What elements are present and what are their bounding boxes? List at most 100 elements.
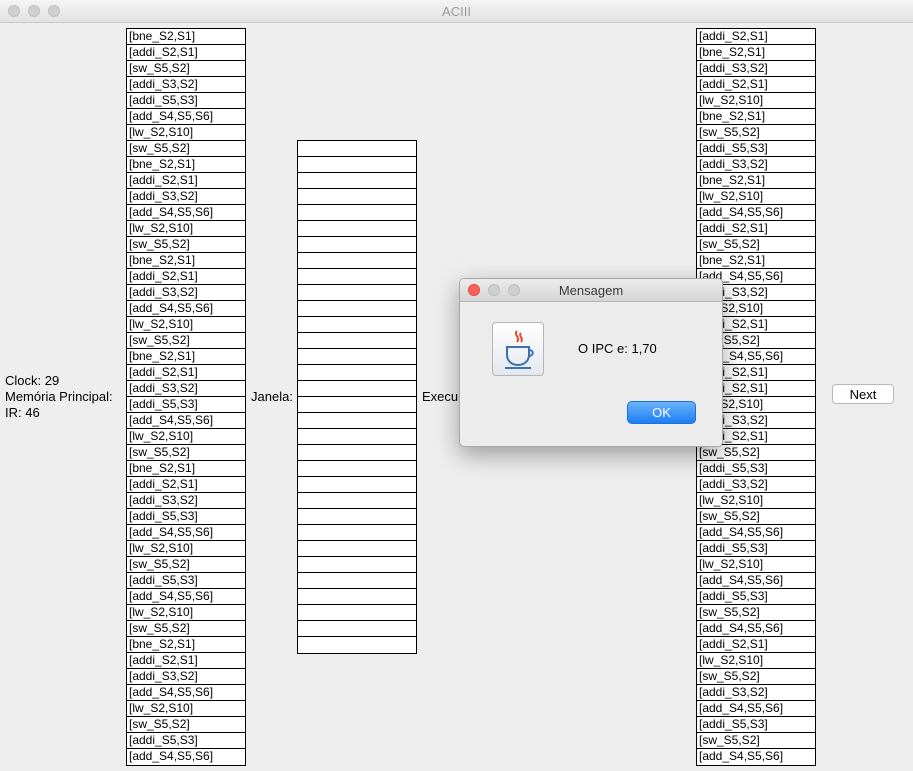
execucao-cell: [addi_S5,S3] xyxy=(697,541,815,557)
janela-cell xyxy=(298,509,416,525)
janela-cell xyxy=(298,349,416,365)
memoria-cell: [bne_S2,S1] xyxy=(127,157,245,173)
execucao-cell: [addi_S3,S2] xyxy=(697,61,815,77)
execucao-cell: [bne_S2,S1] xyxy=(697,253,815,269)
janela-cell xyxy=(298,237,416,253)
execucao-cell: [add_S4,S5,S6] xyxy=(697,701,815,717)
ir-label: IR: 46 xyxy=(5,405,40,420)
janela-cell xyxy=(298,301,416,317)
execucao-cell: [addi_S2,S1] xyxy=(697,221,815,237)
execucao-cell: [add_S4,S5,S6] xyxy=(697,621,815,637)
memoria-cell: [sw_S5,S2] xyxy=(127,557,245,573)
memoria-cell: [sw_S5,S2] xyxy=(127,61,245,77)
memoria-cell: [bne_S2,S1] xyxy=(127,349,245,365)
janela-cell xyxy=(298,621,416,637)
execucao-cell: [add_S4,S5,S6] xyxy=(699,749,784,763)
memoria-cell: [addi_S2,S1] xyxy=(127,173,245,189)
execucao-cell: [lw_S2,S10] xyxy=(697,653,815,669)
memoria-cell: [add_S4,S5,S6] xyxy=(129,749,214,763)
execucao-cell: [lw_S2,S10] xyxy=(697,189,815,205)
memoria-cell: [lw_S2,S10] xyxy=(127,541,245,557)
execucao-cell: [lw_S2,S10] xyxy=(697,557,815,573)
memoria-cell: [addi_S3,S2] xyxy=(127,189,245,205)
memoria-cell: [sw_S5,S2] xyxy=(127,621,245,637)
janela-cell xyxy=(298,605,416,621)
memoria-cell: [sw_S5,S2] xyxy=(127,237,245,253)
memoria-cell: [bne_S2,S1] xyxy=(127,461,245,477)
janela-cell xyxy=(298,493,416,509)
janela-cell xyxy=(298,557,416,573)
memoria-cell: [sw_S5,S2] xyxy=(127,333,245,349)
memoria-cell: [addi_S5,S3] xyxy=(127,733,245,749)
memoria-cell: [add_S4,S5,S6] xyxy=(127,525,245,541)
memoria-cell: [sw_S5,S2] xyxy=(127,445,245,461)
ok-button[interactable]: OK xyxy=(627,401,696,424)
memoria-cell: [bne_S2,S1] xyxy=(127,253,245,269)
window-title: ACIII xyxy=(442,4,471,19)
execucao-cell: [addi_S2,S1] xyxy=(697,637,815,653)
memoria-cell: [addi_S3,S2] xyxy=(127,381,245,397)
execucao-cell: [sw_S5,S2] xyxy=(697,125,815,141)
execucao-cell: [addi_S5,S3] xyxy=(697,589,815,605)
execucao-cell: [sw_S5,S2] xyxy=(697,733,815,749)
memoria-cell: [add_S4,S5,S6] xyxy=(127,109,245,125)
execucao-cell: [addi_S5,S3] xyxy=(697,141,815,157)
janela-cell xyxy=(298,525,416,541)
execucao-cell: [addi_S2,S1] xyxy=(697,77,815,93)
execucao-cell: [addi_S5,S3] xyxy=(697,717,815,733)
execucao-cell: [lw_S2,S10] xyxy=(697,493,815,509)
janela-cell xyxy=(298,397,416,413)
memoria-cell: [add_S4,S5,S6] xyxy=(127,205,245,221)
dialog-title: Mensagem xyxy=(558,283,624,298)
janela-cell xyxy=(298,381,416,397)
execucao-cell: [sw_S5,S2] xyxy=(697,509,815,525)
janela-label: Janela: xyxy=(251,389,293,404)
execucao-cell: [addi_S3,S2] xyxy=(697,477,815,493)
janela-cell xyxy=(298,477,416,493)
memoria-cell: [addi_S2,S1] xyxy=(127,269,245,285)
execucao-cell: [add_S4,S5,S6] xyxy=(697,573,815,589)
janela-list xyxy=(297,140,417,654)
janela-cell xyxy=(298,637,416,653)
memoria-cell: [addi_S5,S3] xyxy=(127,397,245,413)
janela-cell xyxy=(298,189,416,205)
memoria-cell: [addi_S2,S1] xyxy=(127,653,245,669)
memoria-cell: [lw_S2,S10] xyxy=(127,429,245,445)
execucao-cell: [lw_S2,S10] xyxy=(697,93,815,109)
memoria-cell: [lw_S2,S10] xyxy=(127,125,245,141)
execucao-cell: [addi_S5,S3] xyxy=(697,461,815,477)
clock-label: Clock: 29 xyxy=(5,373,60,388)
janela-cell xyxy=(298,253,416,269)
dialog-titlebar: Mensagem xyxy=(460,279,722,302)
memoria-cell: [lw_S2,S10] xyxy=(127,317,245,333)
janela-cell xyxy=(298,573,416,589)
janela-cell xyxy=(298,205,416,221)
memoria-cell: [add_S4,S5,S6] xyxy=(127,589,245,605)
message-dialog: Mensagem O IPC e: 1,70 OK xyxy=(459,278,723,447)
memoria-cell: [addi_S3,S2] xyxy=(127,669,245,685)
execucao-cell: [bne_S2,S1] xyxy=(697,109,815,125)
memoria-cell: [bne_S2,S1] xyxy=(127,29,245,45)
execucao-cell: [add_S4,S5,S6] xyxy=(697,205,815,221)
execucao-cell: [add_S4,S5,S6] xyxy=(697,525,815,541)
execucao-cell: [addi_S2,S1] xyxy=(697,29,815,45)
execucao-cell: [sw_S5,S2] xyxy=(697,445,815,461)
janela-cell xyxy=(298,541,416,557)
java-cup-icon xyxy=(492,322,544,376)
janela-cell xyxy=(298,141,416,157)
janela-cell xyxy=(298,589,416,605)
memoria-cell: [addi_S2,S1] xyxy=(127,365,245,381)
execucao-cell: [bne_S2,S1] xyxy=(697,173,815,189)
memoria-cell: [addi_S2,S1] xyxy=(127,45,245,61)
memoria-cell: [add_S4,S5,S6] xyxy=(127,413,245,429)
memoria-cell: [sw_S5,S2] xyxy=(127,141,245,157)
next-button[interactable]: Next xyxy=(832,384,894,404)
janela-cell xyxy=(298,269,416,285)
memoria-cell: [addi_S5,S3] xyxy=(127,509,245,525)
memoria-principal-label: Memória Principal: xyxy=(5,389,113,404)
memoria-cell: [lw_S2,S10] xyxy=(127,605,245,621)
window-titlebar: ACIII xyxy=(0,0,913,23)
memoria-cell: [sw_S5,S2] xyxy=(127,717,245,733)
execucao-cell: [sw_S5,S2] xyxy=(697,669,815,685)
janela-cell xyxy=(298,285,416,301)
